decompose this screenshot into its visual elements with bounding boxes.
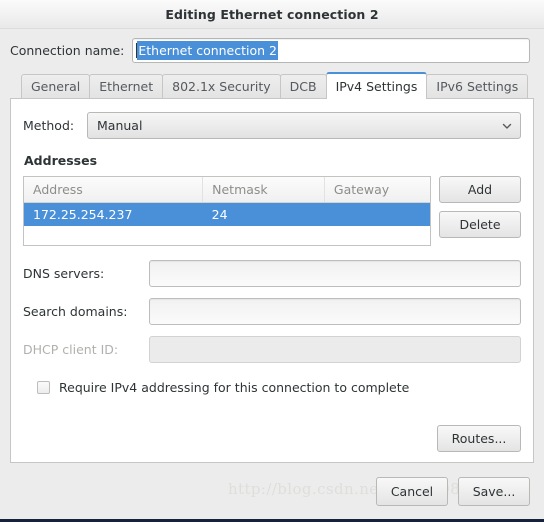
require-ipv4-checkbox[interactable] [37, 381, 50, 394]
require-ipv4-label: Require IPv4 addressing for this connect… [59, 380, 410, 395]
dns-servers-input[interactable] [149, 260, 521, 287]
tab-ethernet-label: Ethernet [99, 79, 154, 94]
connection-name-label: Connection name: [10, 43, 125, 58]
cell-netmask[interactable]: 24 [202, 202, 325, 226]
action-bar: http://blog.csdn.net/u010308833 Cancel S… [0, 463, 544, 519]
tab-ipv6-settings-label: IPv6 Settings [436, 79, 519, 94]
cell-address[interactable]: 172.25.254.237 [24, 202, 203, 226]
cell-address[interactable] [24, 226, 203, 245]
column-header-gateway[interactable]: Gateway [324, 177, 430, 203]
routes-button[interactable]: Routes... [437, 425, 521, 452]
tab-ipv4-settings[interactable]: IPv4 Settings [325, 72, 428, 99]
window-title: Editing Ethernet connection 2 [165, 6, 379, 22]
routes-row: Routes... [23, 417, 521, 452]
method-label: Method: [23, 118, 75, 133]
connection-name-row: Connection name: Ethernet connection 2 [0, 29, 544, 71]
method-row: Method: Manual [23, 112, 521, 139]
cell-gateway[interactable] [324, 226, 430, 245]
cancel-button[interactable]: Cancel [376, 476, 448, 506]
tab-8021x-security[interactable]: 802.1x Security [162, 74, 281, 98]
method-value: Manual [97, 118, 143, 133]
save-button[interactable]: Save... [458, 476, 530, 506]
tab-general[interactable]: General [21, 74, 91, 98]
addresses-table[interactable]: Address Netmask Gateway 172.25.254.237 2… [23, 176, 431, 246]
edit-connection-dialog: Editing Ethernet connection 2 Connection… [0, 0, 544, 522]
cell-netmask[interactable] [202, 226, 325, 245]
tab-general-label: General [31, 79, 81, 94]
tab-ipv4-settings-label: IPv4 Settings [335, 78, 418, 94]
table-header-row: Address Netmask Gateway [24, 177, 430, 203]
dhcp-client-id-row: DHCP client ID: [23, 336, 521, 363]
tab-ethernet[interactable]: Ethernet [89, 74, 164, 98]
addresses-buttons: Add Delete [439, 176, 521, 238]
settings-notebook: General Ethernet 802.1x Security DCB IPv… [10, 71, 534, 463]
connection-name-value: Ethernet connection 2 [137, 41, 278, 60]
table-row[interactable] [24, 226, 430, 245]
search-domains-input[interactable] [149, 298, 521, 325]
tab-bar: General Ethernet 802.1x Security DCB IPv… [10, 71, 534, 99]
method-dropdown[interactable]: Manual [87, 112, 521, 139]
tab-ipv6-settings[interactable]: IPv6 Settings [426, 74, 529, 98]
addresses-area: Address Netmask Gateway 172.25.254.237 2… [23, 176, 521, 246]
tab-dcb-label: DCB [289, 79, 317, 94]
table-row[interactable]: 172.25.254.237 24 [24, 202, 430, 226]
ipv4-settings-page: Method: Manual Addresses Address Netmask… [10, 98, 534, 463]
connection-name-input[interactable]: Ethernet connection 2 [132, 38, 530, 63]
watermark-text: http://blog.csdn.net/u010308833 [228, 480, 490, 498]
dns-servers-label: DNS servers: [23, 266, 105, 281]
dns-servers-row: DNS servers: [23, 260, 521, 287]
tab-dcb[interactable]: DCB [279, 74, 327, 98]
dhcp-client-id-label: DHCP client ID: [23, 342, 119, 357]
chevron-down-icon [502, 121, 512, 131]
column-header-netmask[interactable]: Netmask [202, 177, 325, 203]
addresses-title: Addresses [24, 153, 98, 168]
search-domains-label: Search domains: [23, 304, 128, 319]
delete-button[interactable]: Delete [439, 211, 521, 238]
tab-8021x-security-label: 802.1x Security [172, 79, 271, 94]
require-ipv4-row[interactable]: Require IPv4 addressing for this connect… [37, 380, 521, 395]
cell-gateway[interactable] [324, 202, 430, 226]
dhcp-client-id-input [149, 336, 521, 363]
add-button[interactable]: Add [439, 176, 521, 203]
column-header-address[interactable]: Address [24, 177, 204, 203]
search-domains-row: Search domains: [23, 298, 521, 325]
title-bar: Editing Ethernet connection 2 [0, 0, 544, 29]
